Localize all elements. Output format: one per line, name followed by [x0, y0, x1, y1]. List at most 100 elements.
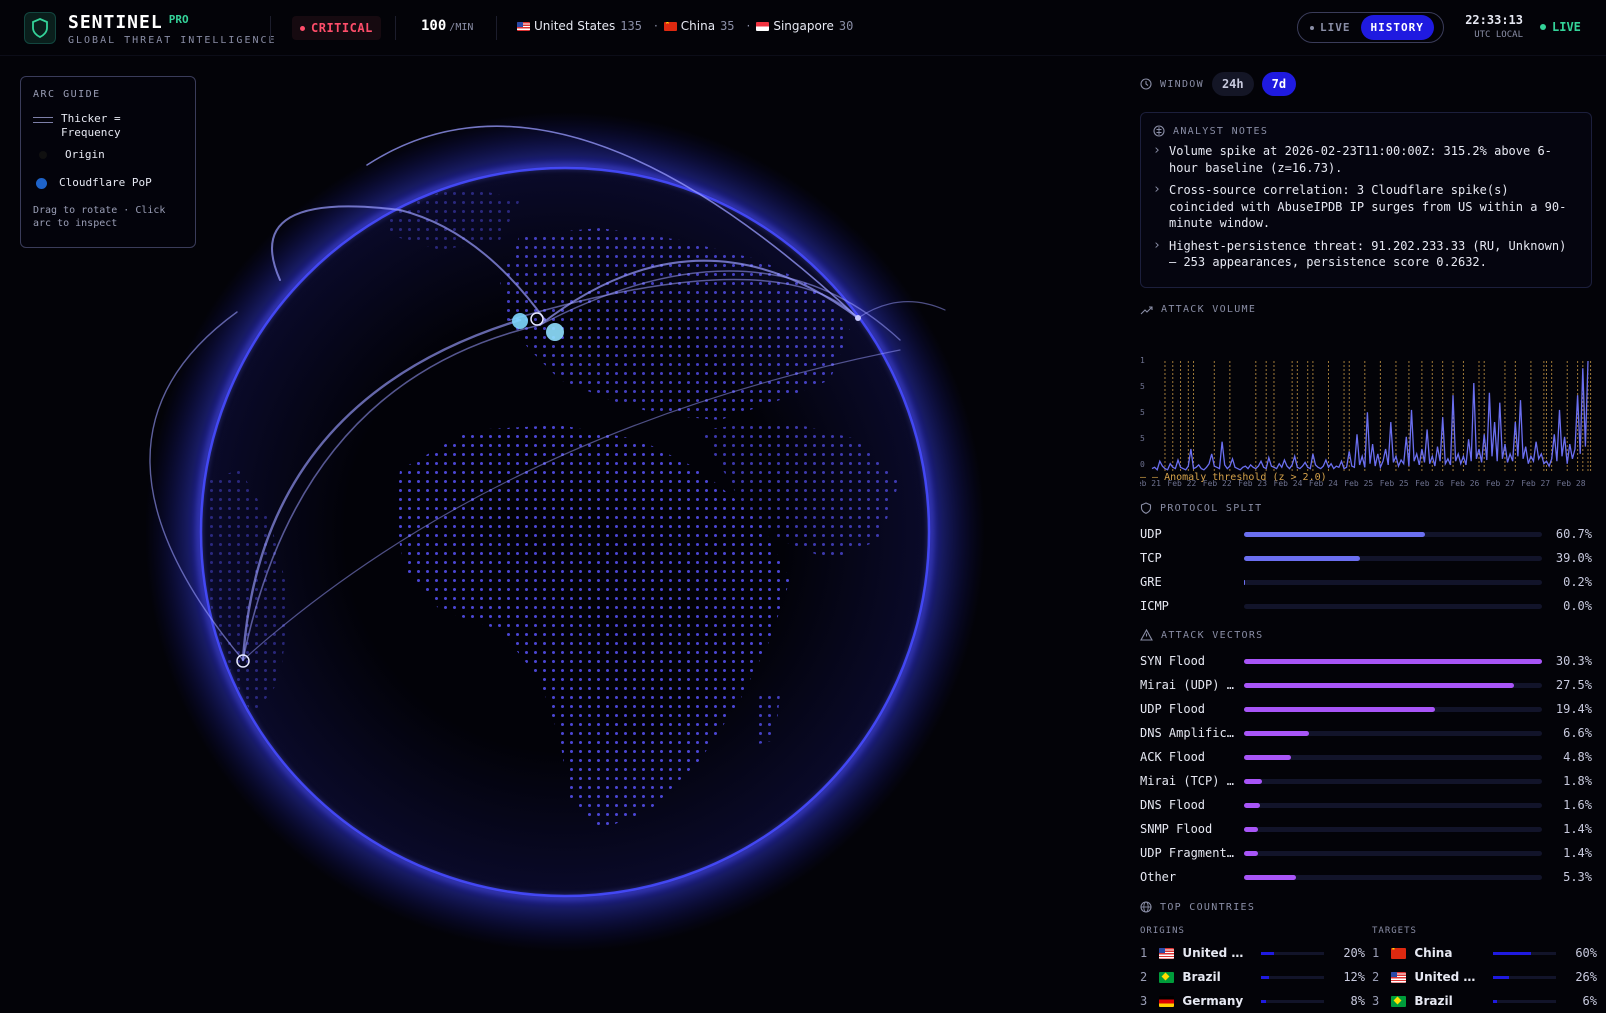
vector-percent: 5.3%	[1563, 870, 1592, 884]
vector-percent: 1.4%	[1563, 822, 1592, 836]
vector-row[interactable]: Other 5.3%	[1140, 865, 1592, 889]
country-name: Germany	[1182, 994, 1244, 1008]
protocol-bar-track	[1244, 579, 1542, 585]
x-tick-label: Feb 27	[1486, 479, 1515, 488]
vector-row[interactable]: DNS Amplific… 6.6%	[1140, 721, 1592, 745]
protocol-bar-track	[1244, 555, 1542, 561]
x-tick-label: Feb 27	[1521, 479, 1550, 488]
protocol-label: UDP	[1140, 527, 1162, 541]
x-tick-label: Feb 28	[1557, 479, 1586, 488]
vector-percent: 30.3%	[1555, 654, 1592, 668]
note-text: Volume spike at 2026-02-23T11:00:00Z: 31…	[1169, 144, 1552, 175]
globe-icon	[1140, 901, 1152, 913]
protocol-row[interactable]: ICMP 0.0%	[1140, 594, 1592, 618]
vector-row[interactable]: SYN Flood 30.3%	[1140, 649, 1592, 673]
share-bar-fill	[1492, 999, 1497, 1003]
share-bar-track	[1260, 999, 1324, 1003]
window-24h-button[interactable]: 24h	[1211, 72, 1254, 96]
share-bar-fill	[1260, 999, 1266, 1003]
window-7d-button[interactable]: 7d	[1261, 72, 1297, 96]
brand-subtitle: GLOBAL THREAT INTELLIGENCE	[68, 35, 277, 46]
protocol-row[interactable]: UDP 60.7%	[1140, 522, 1592, 546]
volume-line[interactable]	[1151, 360, 1589, 472]
shield-logo-icon	[24, 12, 56, 44]
vector-row[interactable]: Mirai (UDP) … 27.5%	[1140, 673, 1592, 697]
vector-bar-track	[1244, 754, 1542, 760]
cloudflare-pop-marker[interactable]	[546, 323, 564, 341]
protocol-label: ICMP	[1140, 599, 1169, 613]
rank: 1	[1372, 946, 1380, 960]
origins-label: ORIGINS	[1140, 926, 1185, 936]
origin-row[interactable]: 2 Brazil 12%	[1140, 965, 1365, 989]
brain-icon	[1153, 125, 1165, 137]
clock-icon	[1140, 78, 1152, 90]
vector-label: Mirai (TCP) …	[1140, 774, 1234, 788]
arc-thickness-icon	[33, 117, 53, 123]
vector-row[interactable]: UDP Fragment… 1.4%	[1140, 841, 1592, 865]
top-bar: SENTINEL PRO GLOBAL THREAT INTELLIGENCE C…	[0, 0, 1606, 56]
cloudflare-pop-marker[interactable]	[512, 313, 528, 329]
anomaly-threshold-legend: — — Anomaly threshold (z > 2.0)	[1140, 472, 1327, 483]
window-label-group: WINDOW	[1140, 78, 1204, 90]
status-dot-icon	[300, 25, 305, 31]
attack-volume-chart[interactable]: 15550Feb 21Feb 22Feb 22Feb 23Feb 24Feb 2…	[1140, 326, 1592, 516]
vector-bar-fill	[1244, 658, 1542, 664]
arc-guide-hint: Drag to rotate · Click arc to inspect	[33, 205, 166, 229]
origin-row[interactable]: 3 Germany 8%	[1140, 989, 1365, 1013]
protocol-label: TCP	[1140, 551, 1162, 565]
countries-title: TOP COUNTRIES	[1160, 901, 1256, 913]
mode-history-button[interactable]: HISTORY	[1360, 15, 1434, 40]
mode-live-button[interactable]: LIVE	[1300, 15, 1361, 40]
origin-name: Singapore	[773, 19, 834, 33]
vector-row[interactable]: ACK Flood 4.8%	[1140, 745, 1592, 769]
country-percent: 8%	[1350, 994, 1365, 1008]
origin-row[interactable]: 1 United … 20%	[1140, 941, 1365, 965]
vector-percent: 1.4%	[1563, 846, 1592, 860]
analyst-notes: ANALYST NOTES › Volume spike at 2026-02-2…	[1140, 112, 1592, 288]
live-indicator: LIVE	[1540, 20, 1581, 34]
origin-marker[interactable]	[855, 315, 861, 321]
y-tick-label: 5	[1140, 408, 1145, 417]
share-bar-track	[1492, 975, 1556, 979]
protocol-title: PROTOCOL SPLIT	[1160, 502, 1263, 514]
vector-row[interactable]: UDP Flood 19.4%	[1140, 697, 1592, 721]
notes-title: ANALYST NOTES	[1173, 125, 1269, 137]
vector-percent: 27.5%	[1555, 678, 1592, 692]
protocol-row[interactable]: TCP 39.0%	[1140, 546, 1592, 570]
origin-chip[interactable]: ·China35	[654, 19, 735, 33]
target-row[interactable]: 1 China 60%	[1372, 941, 1597, 965]
protocol-row[interactable]: GRE 0.2%	[1140, 570, 1592, 594]
target-row[interactable]: 2 United … 26%	[1372, 965, 1597, 989]
mode-toggle[interactable]: LIVE HISTORY	[1297, 12, 1444, 43]
vector-label: ACK Flood	[1140, 750, 1206, 764]
vector-bar-track	[1244, 730, 1542, 736]
countries-header: TOP COUNTRIES	[1140, 901, 1255, 913]
vector-row[interactable]: Mirai (TCP) … 1.8%	[1140, 769, 1592, 793]
origin-chip[interactable]: · Singapore 30	[747, 19, 854, 33]
y-tick-label: 1	[1140, 356, 1145, 365]
cn-flag-icon	[1390, 947, 1407, 959]
rate-value: 100	[421, 18, 447, 34]
live-label: LIVE	[1552, 20, 1581, 34]
us-flag-icon	[1390, 971, 1407, 983]
vector-row[interactable]: DNS Flood 1.6%	[1140, 793, 1592, 817]
clock-time: 22:33:13	[1465, 13, 1523, 27]
vector-bar-fill	[1244, 874, 1297, 880]
chevron-right-icon: ›	[1153, 143, 1161, 158]
chevron-right-icon: ›	[1153, 182, 1161, 197]
divider	[270, 16, 271, 40]
rate-unit: /MIN	[449, 22, 474, 33]
protocol-header: PROTOCOL SPLIT	[1140, 502, 1263, 514]
target-row[interactable]: 3 Brazil 6%	[1372, 989, 1597, 1013]
br-flag-icon	[1158, 971, 1175, 983]
vector-percent: 1.6%	[1563, 798, 1592, 812]
note-item: › Volume spike at 2026-02-23T11:00:00Z: 3…	[1153, 143, 1579, 176]
pop-legend-label: Cloudflare PoP	[59, 176, 152, 189]
vector-bar-track	[1244, 850, 1542, 856]
vector-percent: 19.4%	[1555, 702, 1592, 716]
arc-guide-title: ARC GUIDE	[33, 89, 101, 100]
origin-name: China	[680, 19, 716, 33]
vector-bar-fill	[1244, 778, 1262, 784]
origin-chip[interactable]: United States 135	[517, 19, 642, 33]
vector-row[interactable]: SNMP Flood 1.4%	[1140, 817, 1592, 841]
